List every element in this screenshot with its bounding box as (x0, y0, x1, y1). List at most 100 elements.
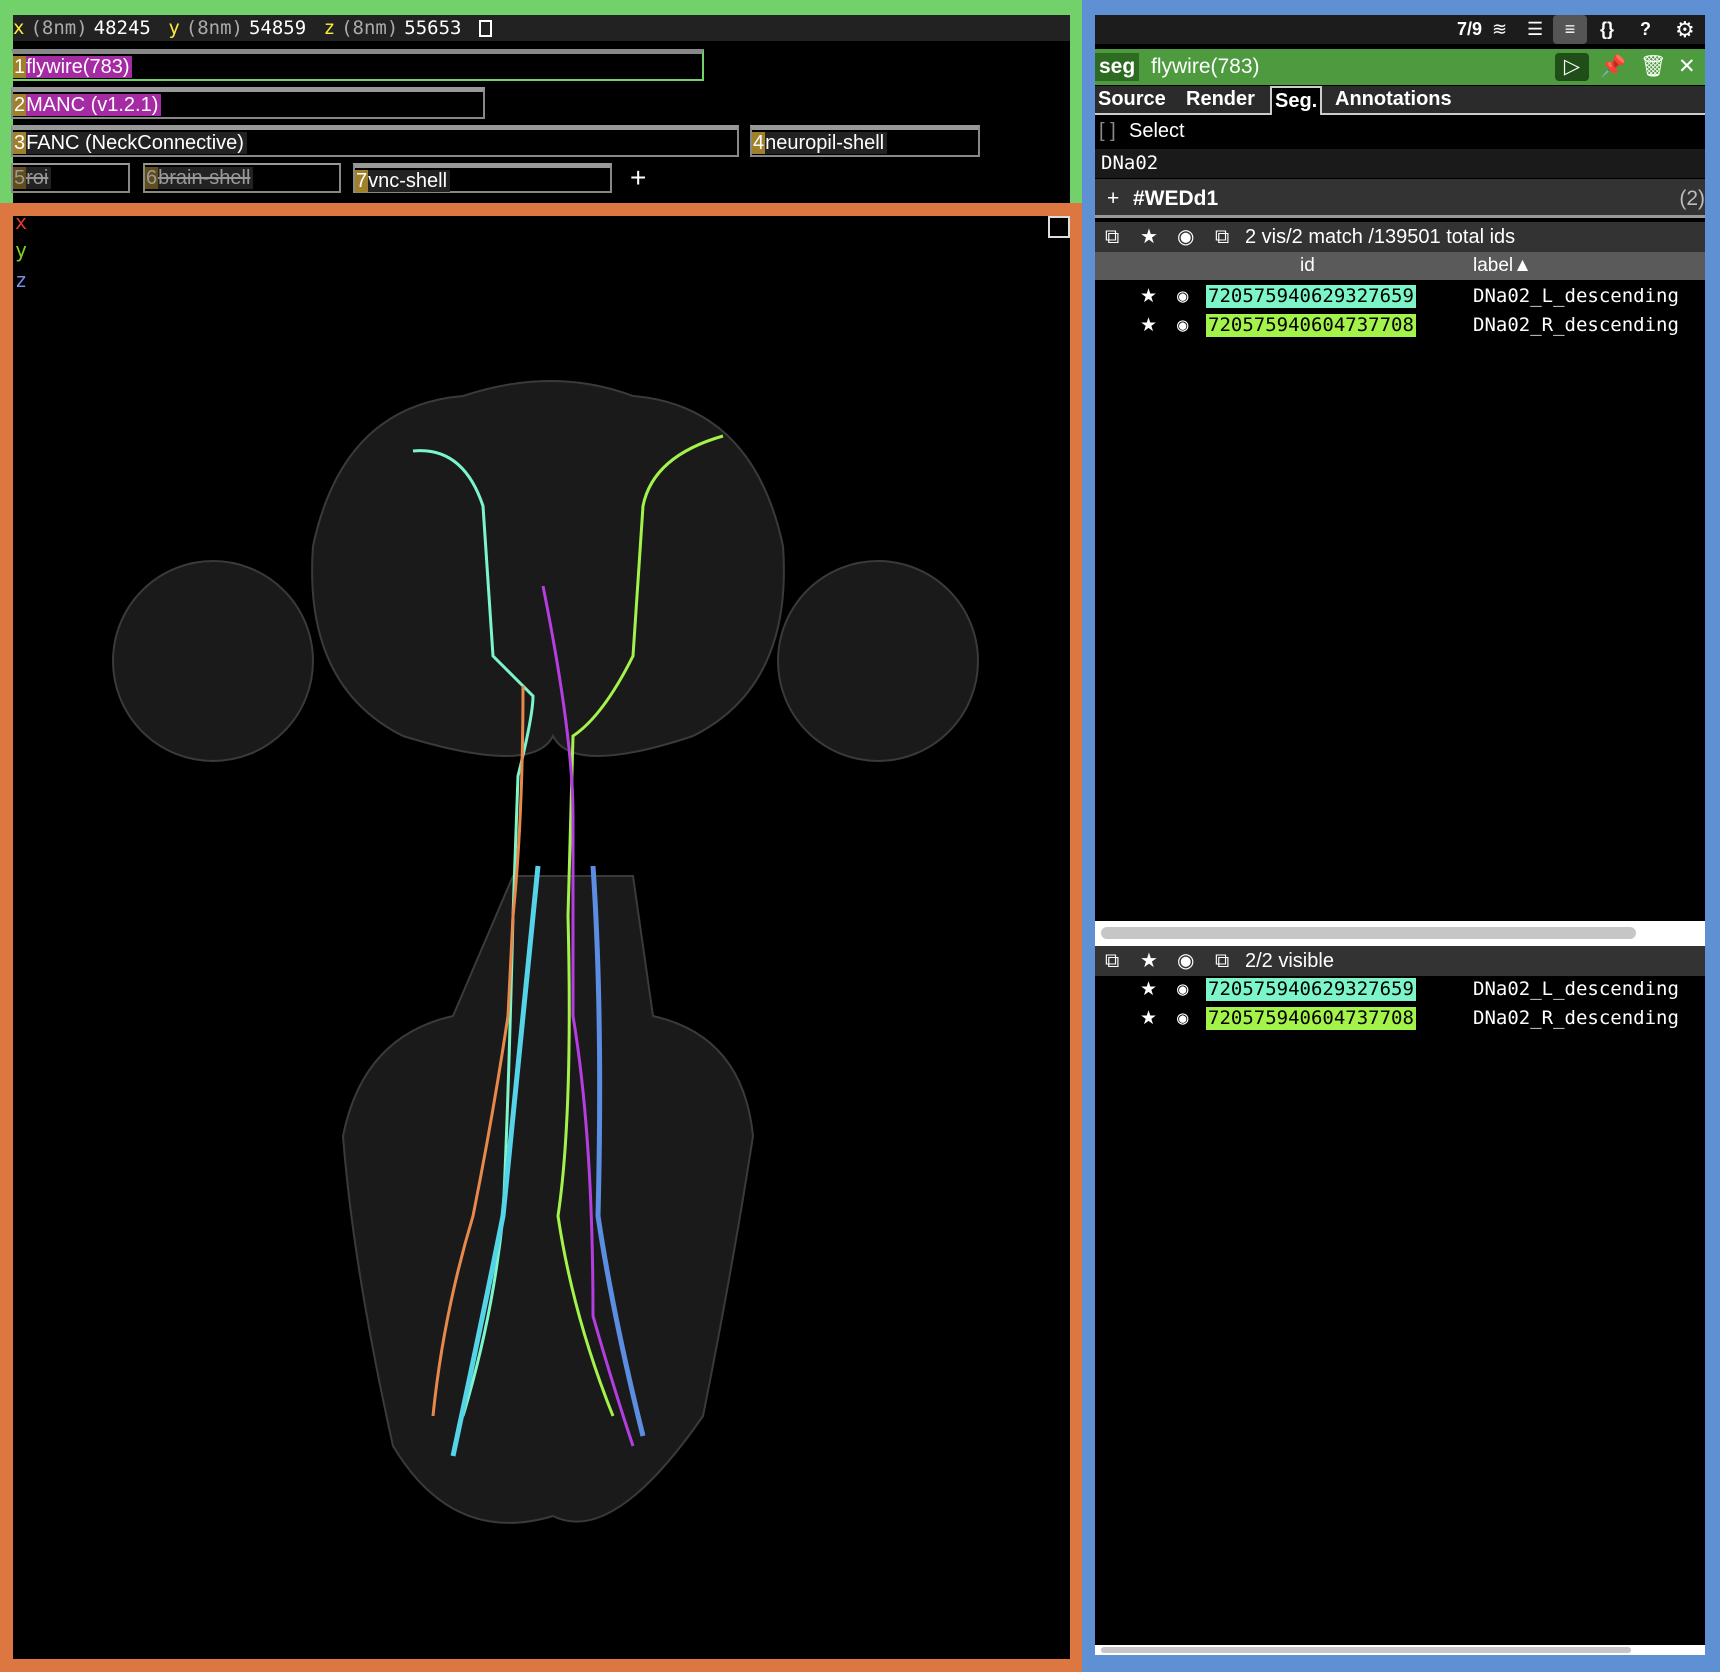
visible-summary: 2/2 visible (1245, 950, 1334, 972)
layer-name: neuropil-shell (765, 132, 888, 154)
layer-tab-brain-shell[interactable]: 6brain-shell (143, 163, 341, 193)
layer-name[interactable]: flywire(783) (1151, 49, 1260, 85)
right-optic-lobe (777, 560, 979, 762)
coord-unit: (8nm) (185, 17, 243, 39)
layer-number: 5 (13, 167, 27, 189)
position-bar: x (8nm) 48245 y (8nm) 54859 z (8nm) 55653 (13, 15, 1070, 41)
layer-tab-vnc-shell[interactable]: 7vnc-shell (353, 163, 612, 193)
tab-source[interactable]: Source (1095, 86, 1169, 115)
layer-tab-fanc[interactable]: 3FANC (NeckConnective) (11, 125, 739, 157)
layer-count: 7/9 (1457, 19, 1483, 39)
eye-icon[interactable]: ◉ (1177, 311, 1188, 339)
eye-all-icon[interactable]: ◉ (1177, 946, 1194, 976)
scrollbar-thumb[interactable] (1101, 1647, 1631, 1653)
coord-x-label: x (13, 17, 25, 39)
settings-sliders-icon[interactable]: ≡ (1553, 15, 1587, 44)
layer-tab-flywire[interactable]: 1flywire(783) (11, 49, 704, 81)
layer-number: 2 (13, 94, 27, 116)
match-summary: 2 vis/2 match /139501 total ids (1245, 226, 1516, 248)
layer-name: MANC (v1.2.1) (26, 94, 162, 116)
layer-tab-neuropil-shell[interactable]: 4neuropil-shell (750, 125, 980, 157)
layer-header: seg flywire(783) ▷ 📌 🗑 ✕ (1095, 49, 1705, 85)
layer-name: roi (26, 167, 52, 189)
layer-tab-manc[interactable]: 2MANC (v1.2.1) (11, 87, 485, 119)
layer-tab-roi[interactable]: 5roi (11, 163, 130, 193)
coord-x-value[interactable]: 48245 (94, 17, 151, 39)
list-icon[interactable]: ☰ (1527, 15, 1543, 44)
brain-mesh (112, 380, 979, 1524)
scrollbar-thumb[interactable] (1101, 927, 1636, 939)
eye-icon[interactable]: ◉ (1177, 282, 1188, 310)
star-all-icon[interactable]: ★ (1140, 222, 1158, 252)
column-id[interactable]: id (1300, 252, 1315, 280)
result-row[interactable]: ★ ◉ 720575940604737708 DNa02_R_descendin… (1095, 311, 1705, 339)
copy-visible-icon[interactable]: ⧉ (1215, 222, 1229, 252)
visible-row[interactable]: ★ ◉ 720575940629327659 DNa02_L_descendin… (1095, 975, 1705, 1003)
segment-id[interactable]: 720575940604737708 (1206, 314, 1416, 337)
eye-icon[interactable]: ◉ (1177, 975, 1188, 1003)
copy-all-icon[interactable]: ⧉ (1105, 946, 1119, 976)
copy-all-icon[interactable]: ⧉ (1105, 222, 1119, 252)
segment-label: DNa02_R_descending (1473, 314, 1679, 336)
star-all-icon[interactable]: ★ (1140, 946, 1158, 976)
3d-viewer[interactable]: x y z (13, 216, 1070, 1659)
layer-type-badge: seg (1095, 53, 1140, 81)
layer-name: FANC (NeckConnective) (26, 132, 247, 154)
visible-segments-toolbar: ⧉ ★ ◉ ⧉ 2/2 visible (1095, 946, 1705, 976)
eye-icon[interactable]: ◉ (1177, 1004, 1188, 1032)
segment-label: DNa02_L_descending (1473, 978, 1679, 1000)
result-row[interactable]: ★ ◉ 720575940629327659 DNa02_L_descendin… (1095, 282, 1705, 310)
coord-z-label: z (323, 17, 336, 39)
coord-unit: (8nm) (341, 17, 399, 39)
tab-annotations[interactable]: Annotations (1332, 86, 1455, 115)
layer-name: flywire(783) (26, 56, 133, 78)
visible-row[interactable]: ★ ◉ 720575940604737708 DNa02_R_descendin… (1095, 1004, 1705, 1032)
column-label-sort[interactable]: label▲ (1473, 252, 1532, 280)
star-icon[interactable]: ★ (1140, 975, 1157, 1003)
close-icon[interactable]: ✕ (1678, 49, 1696, 85)
coord-y-value[interactable]: 54859 (249, 17, 306, 39)
segment-label: DNa02_L_descending (1473, 285, 1679, 307)
select-row[interactable]: [ ] Select (1095, 116, 1705, 146)
layer-name: vnc-shell (368, 170, 451, 192)
star-icon[interactable]: ★ (1140, 311, 1157, 339)
segment-query-input[interactable]: DNa02 (1095, 149, 1705, 178)
coord-z-value[interactable]: 55653 (404, 17, 461, 39)
neuron-render (112, 380, 979, 1524)
panel-top-bar: 7/9 ≋ ☰ ≡ {} ? ⚙ (1095, 15, 1705, 44)
copy-position-icon[interactable] (478, 20, 492, 37)
layer-number: 7 (355, 170, 369, 192)
gear-icon[interactable]: ⚙ (1675, 15, 1695, 44)
layer-side-panel: 7/9 ≋ ☰ ≡ {} ? ⚙ seg flywire(783) ▷ 📌 🗑 … (1095, 15, 1705, 1655)
select-checkbox[interactable]: [ ] (1099, 116, 1116, 146)
segment-id[interactable]: 720575940629327659 (1206, 285, 1416, 308)
star-icon[interactable]: ★ (1140, 282, 1157, 310)
star-icon[interactable]: ★ (1140, 1004, 1157, 1032)
tab-seg[interactable]: Seg. (1270, 86, 1323, 115)
central-brain (311, 380, 785, 757)
tab-render[interactable]: Render (1183, 86, 1258, 115)
tag-count: (2) (1679, 187, 1705, 210)
layer-number: 4 (752, 132, 766, 154)
eye-all-icon[interactable]: ◉ (1177, 222, 1194, 252)
add-layer-button[interactable]: + (630, 163, 646, 193)
tag-label[interactable]: #WEDd1 (1133, 179, 1218, 218)
layers-icon[interactable]: ≋ (1492, 15, 1507, 44)
layer-name: brain-shell (158, 167, 254, 189)
copy-visible-icon[interactable]: ⧉ (1215, 946, 1229, 976)
pin-icon[interactable]: 📌 (1600, 49, 1626, 85)
json-braces-icon[interactable]: {} (1600, 15, 1614, 44)
trash-icon[interactable]: 🗑 (1640, 49, 1667, 85)
help-icon[interactable]: ? (1640, 15, 1651, 44)
segment-id[interactable]: 720575940604737708 (1206, 1007, 1416, 1030)
segment-id[interactable]: 720575940629327659 (1206, 978, 1416, 1001)
panel-tabs: Source Render Seg. Annotations (1095, 86, 1705, 115)
coord-y-label: y (168, 17, 180, 39)
add-tag-button[interactable]: + (1107, 179, 1119, 218)
query-results-toolbar: ⧉ ★ ◉ ⧉ 2 vis/2 match /139501 total ids (1095, 222, 1705, 252)
results-column-header: id label▲ (1095, 252, 1705, 280)
results-scrollbar[interactable] (1095, 921, 1705, 946)
select-label: Select (1129, 120, 1185, 142)
pick-cursor-icon[interactable]: ▷ (1555, 53, 1589, 81)
visible-scrollbar[interactable] (1095, 1645, 1705, 1655)
